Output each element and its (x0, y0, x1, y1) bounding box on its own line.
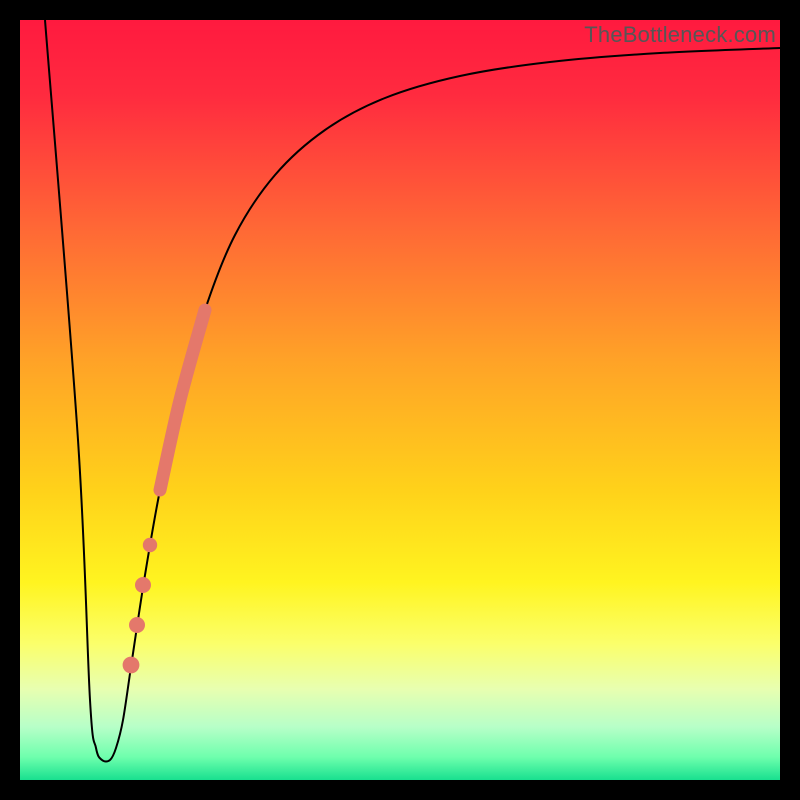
highlight-dot (123, 657, 140, 674)
highlight-dot (143, 538, 157, 552)
highlight-segment (160, 310, 205, 490)
highlight-dot (135, 577, 151, 593)
chart-frame: TheBottleneck.com (0, 0, 800, 800)
bottleneck-curve (45, 20, 780, 762)
watermark-label: TheBottleneck.com (584, 22, 776, 48)
highlight-dot (129, 617, 145, 633)
plot-area (20, 20, 780, 780)
curve-layer (20, 20, 780, 780)
